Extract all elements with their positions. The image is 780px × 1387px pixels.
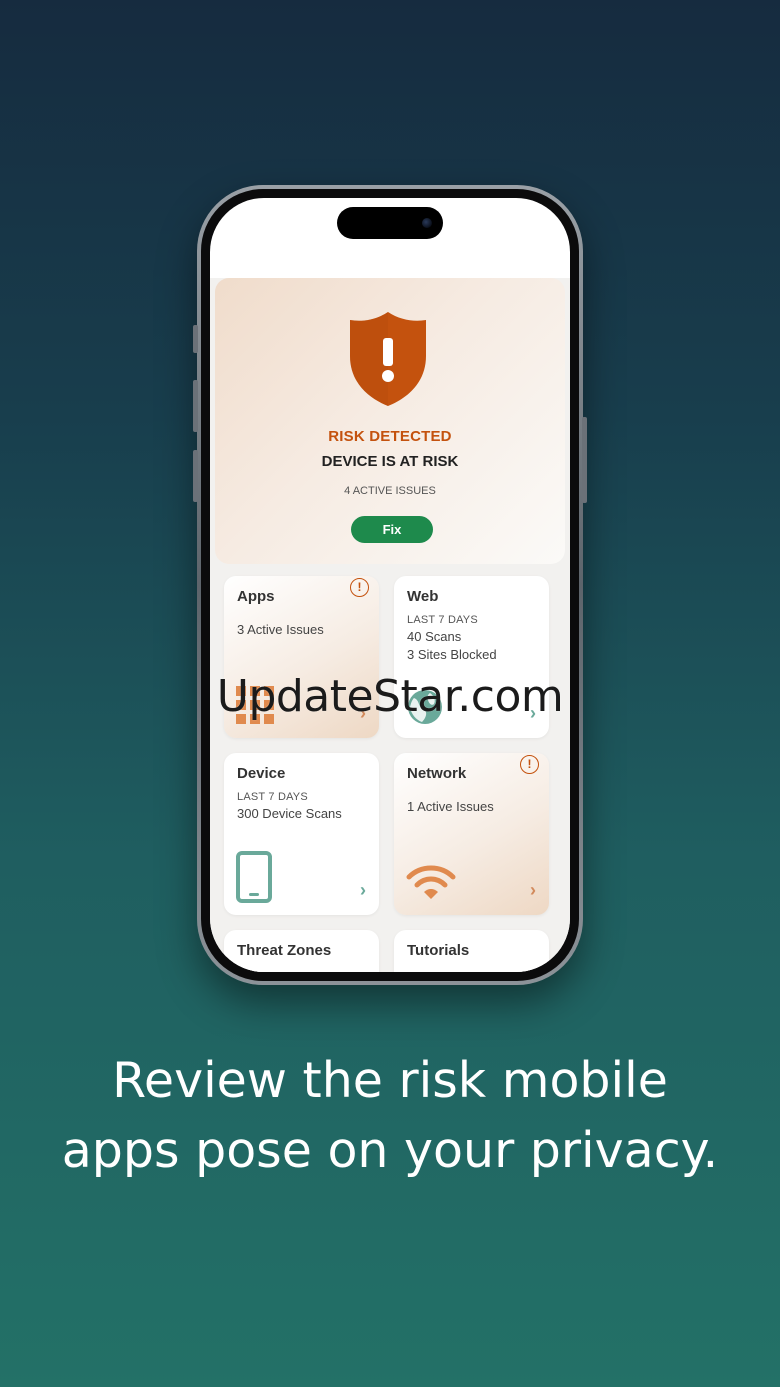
web-scans: 40 Scans: [407, 629, 462, 644]
tutorials-title: Tutorials: [407, 942, 470, 959]
risk-status-card: RISK DETECTED DEVICE IS AT RISK 4 ACTIVE…: [215, 278, 565, 564]
caption: Review the risk mobile apps pose on your…: [0, 1046, 780, 1186]
caption-line-1: Review the risk mobile: [112, 1052, 668, 1109]
device-scans: 300 Device Scans: [237, 806, 342, 821]
front-camera-icon: [422, 218, 432, 228]
shield-exclamation-icon: [350, 312, 426, 406]
tutorials-tile[interactable]: Tutorials: [394, 930, 549, 972]
device-at-risk-label: DEVICE IS AT RISK: [321, 453, 459, 470]
apps-title: Apps: [237, 588, 275, 605]
fix-button[interactable]: Fix: [351, 516, 433, 543]
threat-zones-tile[interactable]: Threat Zones: [224, 930, 379, 972]
network-title: Network: [407, 765, 467, 782]
chevron-right-icon: ›: [360, 880, 366, 900]
web-period: LAST 7 DAYS: [407, 614, 478, 626]
network-active-issues: 1 Active Issues: [407, 799, 494, 814]
phone-frame: RISK DETECTED DEVICE IS AT RISK 4 ACTIVE…: [193, 185, 587, 985]
device-tile[interactable]: Device LAST 7 DAYS 300 Device Scans ›: [224, 753, 379, 915]
threat-zones-title: Threat Zones: [237, 942, 332, 959]
dashboard: RISK DETECTED DEVICE IS AT RISK 4 ACTIVE…: [210, 278, 570, 972]
device-period: LAST 7 DAYS: [237, 791, 308, 803]
web-sites-blocked: 3 Sites Blocked: [407, 647, 497, 662]
chevron-right-icon: ›: [530, 880, 536, 900]
apps-active-issues: 3 Active Issues: [237, 622, 324, 637]
risk-detected-label: RISK DETECTED: [328, 428, 452, 445]
network-tile[interactable]: ! Network 1 Active Issues ›: [394, 753, 549, 915]
volume-up-button: [193, 380, 198, 432]
mute-switch: [193, 325, 198, 353]
device-title: Device: [237, 765, 286, 782]
caption-line-2: apps pose on your privacy.: [61, 1122, 719, 1179]
active-issues-count: 4 ACTIVE ISSUES: [344, 485, 436, 497]
volume-down-button: [193, 450, 198, 502]
watermark-text: UpdateStar.com: [216, 671, 564, 722]
alert-icon: !: [520, 755, 539, 774]
phone-screen: RISK DETECTED DEVICE IS AT RISK 4 ACTIVE…: [210, 198, 570, 972]
dynamic-island: [337, 207, 443, 239]
wifi-icon: [406, 865, 456, 899]
power-button: [582, 417, 587, 503]
phone-icon: [236, 851, 272, 903]
web-title: Web: [407, 588, 439, 605]
alert-icon: !: [350, 578, 369, 597]
